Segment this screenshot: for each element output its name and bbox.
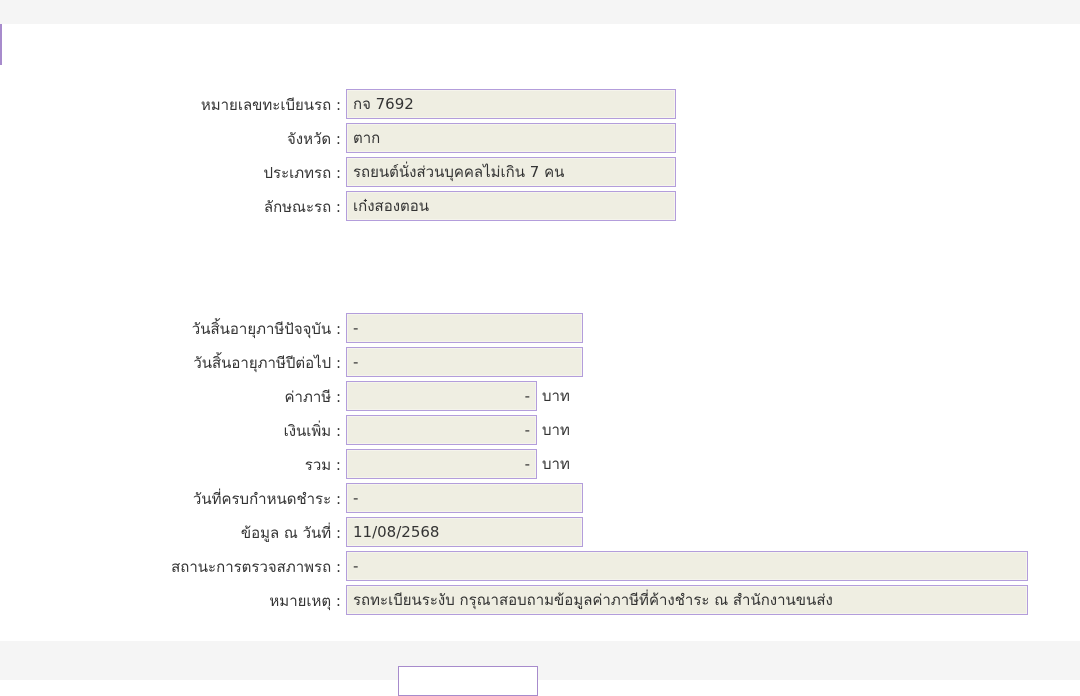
- province-field[interactable]: ตาก: [346, 123, 676, 153]
- total-unit: บาท: [542, 455, 570, 473]
- surcharge-label: เงินเพิ่ม :: [283, 422, 341, 440]
- surcharge-row: เงินเพิ่ม : - บาท: [0, 415, 1080, 447]
- remark-row: หมายเหตุ : รถทะเบียนระงับ กรุณาสอบถามข้อ…: [0, 585, 1080, 617]
- plate-field[interactable]: กจ 7692: [346, 89, 676, 119]
- inspection-row: สถานะการตรวจสภาพรถ : -: [0, 551, 1080, 583]
- due-date-label: วันที่ครบกำหนดชำระ :: [192, 490, 341, 508]
- bottom-strip: [0, 641, 1080, 680]
- next-expiry-field[interactable]: -: [346, 347, 583, 377]
- vehicle-style-row: ลักษณะรถ : เก๋งสองตอน: [0, 191, 1080, 223]
- inspection-label: สถานะการตรวจสภาพรถ :: [171, 558, 341, 576]
- next-expiry-label: วันสิ้นอายุภาษีปีต่อไป :: [193, 354, 341, 372]
- current-expiry-field[interactable]: -: [346, 313, 583, 343]
- province-label: จังหวัด :: [287, 130, 341, 148]
- province-row: จังหวัด : ตาก: [0, 123, 1080, 155]
- vehicle-style-field[interactable]: เก๋งสองตอน: [346, 191, 676, 221]
- inspection-field[interactable]: -: [346, 551, 1028, 581]
- next-expiry-row: วันสิ้นอายุภาษีปีต่อไป : -: [0, 347, 1080, 379]
- plate-row: หมายเลขทะเบียนรถ : กจ 7692: [0, 89, 1080, 121]
- remark-field[interactable]: รถทะเบียนระงับ กรุณาสอบถามข้อมูลค่าภาษีท…: [346, 585, 1028, 615]
- tax-amount-field[interactable]: -: [346, 381, 537, 411]
- surcharge-unit: บาท: [542, 421, 570, 439]
- bottom-action-button[interactable]: [398, 666, 538, 696]
- top-strip: [0, 0, 1080, 24]
- tax-amount-unit: บาท: [542, 387, 570, 405]
- current-expiry-label: วันสิ้นอายุภาษีปัจจุบัน :: [191, 320, 341, 338]
- total-label: รวม :: [304, 456, 341, 474]
- vehicle-type-field[interactable]: รถยนต์นั่งส่วนบุคคลไม่เกิน 7 คน: [346, 157, 676, 187]
- vehicle-style-label: ลักษณะรถ :: [263, 198, 341, 216]
- total-row: รวม : - บาท: [0, 449, 1080, 481]
- vehicle-type-label: ประเภทรถ :: [263, 164, 342, 182]
- data-date-label: ข้อมูล ณ วันที่ :: [240, 524, 341, 542]
- data-date-field[interactable]: 11/08/2568: [346, 517, 583, 547]
- due-date-field[interactable]: -: [346, 483, 583, 513]
- due-date-row: วันที่ครบกำหนดชำระ : -: [0, 483, 1080, 515]
- left-accent-bar: [0, 24, 2, 65]
- remark-label: หมายเหตุ :: [269, 592, 341, 610]
- surcharge-field[interactable]: -: [346, 415, 537, 445]
- vehicle-type-row: ประเภทรถ : รถยนต์นั่งส่วนบุคคลไม่เกิน 7 …: [0, 157, 1080, 189]
- data-date-row: ข้อมูล ณ วันที่ : 11/08/2568: [0, 517, 1080, 549]
- total-field[interactable]: -: [346, 449, 537, 479]
- plate-label: หมายเลขทะเบียนรถ :: [200, 96, 341, 114]
- tax-amount-row: ค่าภาษี : - บาท: [0, 381, 1080, 413]
- tax-amount-label: ค่าภาษี :: [284, 388, 341, 406]
- current-expiry-row: วันสิ้นอายุภาษีปัจจุบัน : -: [0, 313, 1080, 345]
